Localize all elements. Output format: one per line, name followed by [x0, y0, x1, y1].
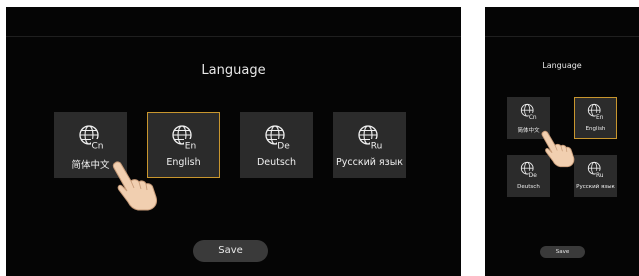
language-code: Cn [529, 115, 537, 120]
language-option-de[interactable]: De Deutsch [240, 112, 313, 178]
language-option-label: Deutsch [256, 157, 297, 168]
language-option-label: Deutsch [517, 184, 540, 190]
globe-icon: Ru [357, 125, 383, 151]
language-code: En [596, 115, 604, 120]
language-code: Ru [370, 142, 382, 151]
language-code: Ru [596, 173, 604, 178]
globe-icon: En [171, 125, 197, 151]
hand-pointer-icon [541, 130, 575, 168]
save-button[interactable]: Save [193, 240, 268, 262]
globe-icon: De [264, 125, 290, 151]
language-option-ru[interactable]: Ru Русский язык [574, 155, 617, 197]
language-option-label: English [585, 126, 606, 132]
globe-icon: Ru [587, 161, 604, 178]
globe-icon: Cn [78, 125, 104, 151]
language-code: De [529, 173, 537, 178]
page-title: Language [542, 61, 582, 70]
language-option-en[interactable]: En English [574, 97, 617, 139]
language-option-ru[interactable]: Ru Русский язык [333, 112, 406, 178]
save-button[interactable]: Save [540, 246, 585, 258]
language-code: Cn [91, 142, 103, 151]
globe-icon: De [520, 161, 537, 178]
top-divider [485, 36, 639, 37]
hand-pointer-icon [112, 161, 157, 211]
globe-icon: Cn [520, 103, 537, 120]
language-code: En [184, 142, 195, 151]
top-divider [6, 36, 461, 37]
language-option-label: English [166, 157, 201, 168]
language-option-label: Русский язык [336, 157, 403, 168]
language-screen-large: Language Cn 简体中文 En English De Deutsch R… [6, 7, 461, 276]
page-title: Language [201, 63, 266, 78]
globe-icon: En [587, 103, 604, 120]
language-option-label: Русский язык [576, 184, 615, 190]
language-code: De [277, 142, 290, 151]
